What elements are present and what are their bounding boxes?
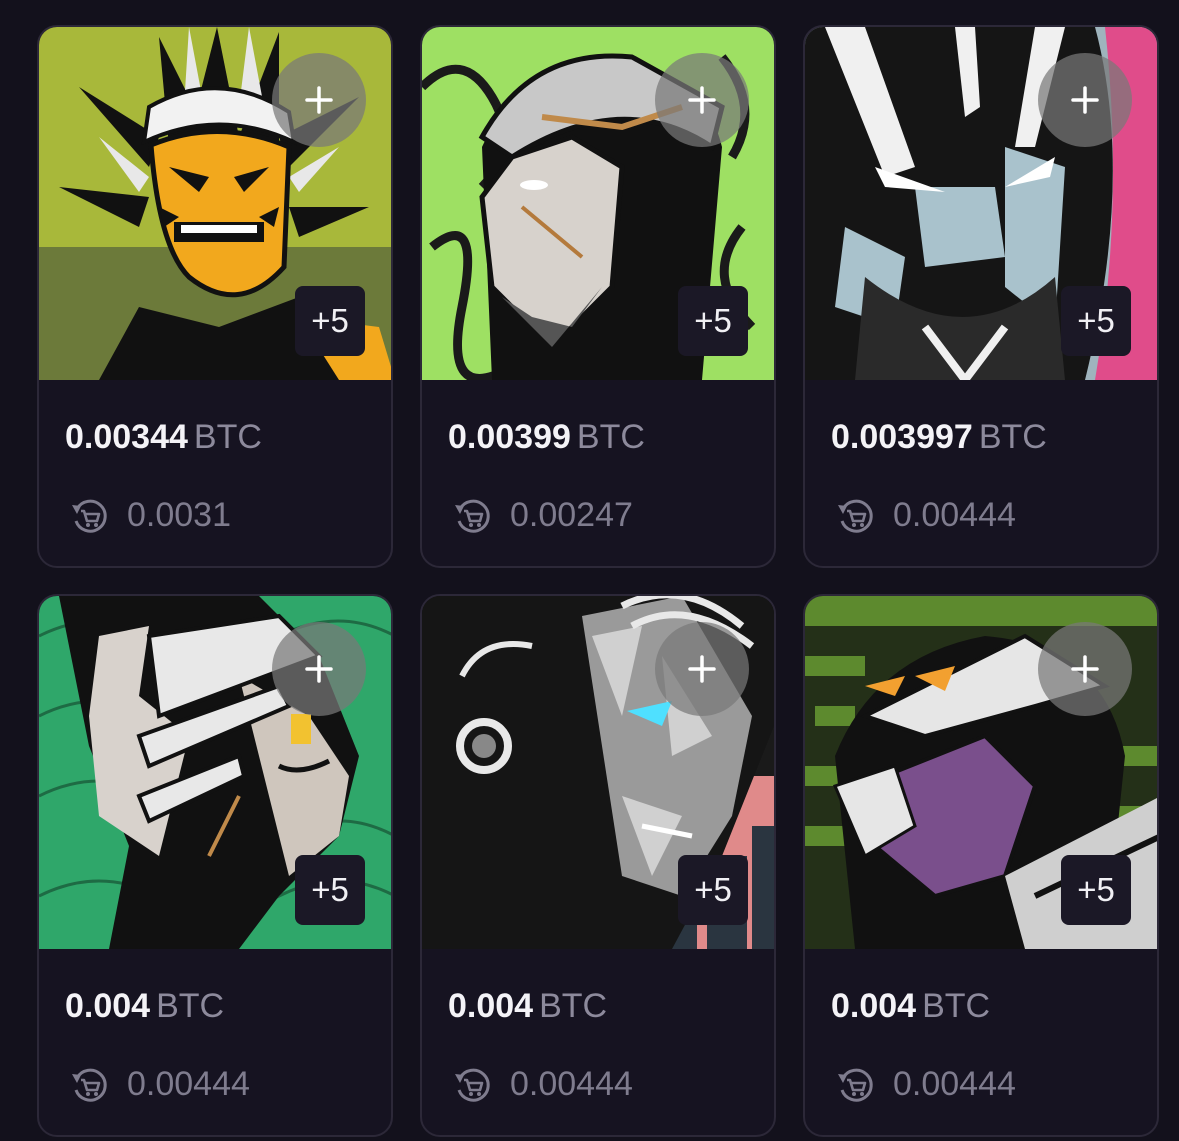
add-button[interactable] [1038, 53, 1132, 147]
card-info: 0.00344 BTC 0.0031 [39, 415, 391, 537]
cart-refresh-icon [72, 1068, 107, 1102]
card-info: 0.004 BTC 0.00444 [805, 984, 1157, 1106]
nft-artwork[interactable]: +5 [422, 27, 774, 380]
cart-refresh-icon [838, 499, 873, 533]
plus-icon [305, 655, 333, 683]
add-button[interactable] [655, 53, 749, 147]
more-items-badge[interactable]: +5 [678, 855, 748, 925]
price-currency: BTC [978, 418, 1047, 456]
best-offer: 0.00444 [65, 1062, 365, 1106]
more-items-badge[interactable]: +5 [295, 855, 365, 925]
price-value: 0.004 [65, 987, 151, 1025]
card-info: 0.004 BTC 0.00444 [39, 984, 391, 1106]
price-currency: BTC [922, 987, 991, 1025]
offer-value: 0.00444 [893, 495, 1016, 534]
nft-artwork[interactable]: +5 [805, 27, 1157, 380]
price: 0.004 BTC [65, 984, 365, 1028]
price-value: 0.00399 [448, 418, 571, 456]
best-offer: 0.00444 [831, 1062, 1131, 1106]
price-currency: BTC [576, 418, 645, 456]
cart-refresh-icon [72, 499, 107, 533]
nft-card[interactable]: +5 0.004 BTC 0.00444 [803, 594, 1159, 1137]
add-button[interactable] [272, 53, 366, 147]
add-button[interactable] [655, 622, 749, 716]
price: 0.00399 BTC [448, 415, 748, 459]
add-button[interactable] [1038, 622, 1132, 716]
more-items-badge[interactable]: +5 [1061, 286, 1131, 356]
best-offer: 0.0031 [65, 493, 365, 537]
plus-icon [1071, 655, 1099, 683]
cart-refresh-icon [455, 1068, 490, 1102]
cart-refresh-icon [838, 1068, 873, 1102]
card-info: 0.00399 BTC 0.00247 [422, 415, 774, 537]
price: 0.00344 BTC [65, 415, 365, 459]
plus-icon [688, 655, 716, 683]
best-offer: 0.00247 [448, 493, 748, 537]
offer-value: 0.00247 [510, 495, 633, 534]
offer-value: 0.00444 [127, 1064, 250, 1103]
more-items-badge[interactable]: +5 [678, 286, 748, 356]
price-currency: BTC [539, 987, 608, 1025]
best-offer: 0.00444 [448, 1062, 748, 1106]
plus-icon [1071, 86, 1099, 114]
nft-card[interactable]: +5 0.00399 BTC 0.00247 [420, 25, 776, 568]
price: 0.003997 BTC [831, 415, 1131, 459]
best-offer: 0.00444 [831, 493, 1131, 537]
nft-card[interactable]: +5 0.003997 BTC 0.00444 [803, 25, 1159, 568]
offer-value: 0.0031 [127, 495, 231, 534]
offer-value: 0.00444 [893, 1064, 1016, 1103]
nft-card[interactable]: +5 0.00344 BTC 0.0031 [37, 25, 393, 568]
price-value: 0.003997 [831, 418, 973, 456]
price-value: 0.004 [448, 987, 534, 1025]
price: 0.004 BTC [448, 984, 748, 1028]
plus-icon [688, 86, 716, 114]
price: 0.004 BTC [831, 984, 1131, 1028]
offer-value: 0.00444 [510, 1064, 633, 1103]
price-currency: BTC [156, 987, 225, 1025]
add-button[interactable] [272, 622, 366, 716]
nft-artwork[interactable]: +5 [805, 596, 1157, 949]
nft-card[interactable]: +5 0.004 BTC 0.00444 [420, 594, 776, 1137]
price-value: 0.004 [831, 987, 917, 1025]
card-info: 0.003997 BTC 0.00444 [805, 415, 1157, 537]
plus-icon [305, 86, 333, 114]
more-items-badge[interactable]: +5 [295, 286, 365, 356]
nft-grid: +5 0.00344 BTC 0.0031 +5 0.00399 BTC 0.0… [0, 0, 1179, 1141]
price-currency: BTC [193, 418, 262, 456]
more-items-badge[interactable]: +5 [1061, 855, 1131, 925]
nft-artwork[interactable]: +5 [39, 27, 391, 380]
nft-artwork[interactable]: +5 [39, 596, 391, 949]
price-value: 0.00344 [65, 418, 188, 456]
cart-refresh-icon [455, 499, 490, 533]
card-info: 0.004 BTC 0.00444 [422, 984, 774, 1106]
nft-artwork[interactable]: +5 [422, 596, 774, 949]
nft-card[interactable]: +5 0.004 BTC 0.00444 [37, 594, 393, 1137]
